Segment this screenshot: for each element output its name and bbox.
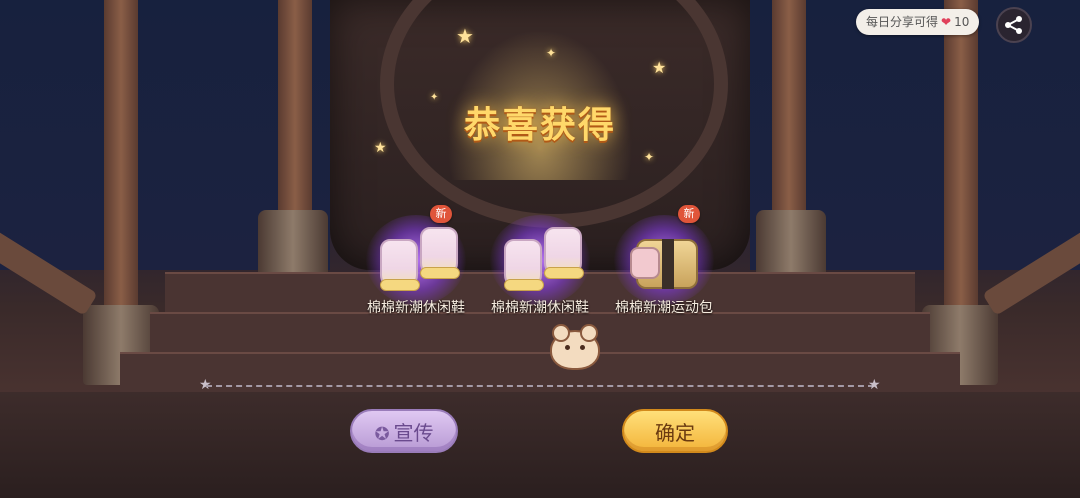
reward-name: 棉棉新潮休闲鞋 (367, 300, 465, 316)
new-badge: 新 (678, 205, 700, 223)
sparkle-star-icon: ✦ (546, 46, 557, 60)
pillar-right-outer (944, 0, 978, 320)
shoe-icon (378, 223, 460, 293)
pillar-base-right-inner (756, 210, 826, 280)
share-bonus-banner[interactable]: 每日分享可得 ❤ 10 (856, 9, 980, 35)
confirm-label: 确定 (655, 421, 695, 445)
dashed-divider (206, 385, 874, 387)
divider-star-icon: ★ (868, 377, 881, 393)
reward-title: 恭喜获得 (463, 105, 616, 146)
heart-icon: ❤ (941, 15, 952, 29)
confirm-button[interactable]: 确定 (622, 409, 728, 453)
stage-step-middle (150, 312, 930, 354)
reward-name: 棉棉新潮休闲鞋 (491, 300, 589, 316)
share-icon[interactable] (996, 7, 1032, 43)
share-bonus-text: 每日分享可得 (866, 15, 939, 29)
floor (0, 392, 1080, 498)
pillar-base-left-inner (258, 210, 328, 280)
share-bonus-count: 10 (954, 15, 970, 29)
share-promo-button[interactable]: ✪ 宣传 (350, 409, 458, 453)
sparkle-star-icon: ★ (652, 58, 667, 77)
bag-icon (626, 223, 702, 293)
star-icon: ✪ (374, 424, 390, 445)
share-promo-label: 宣传 (393, 421, 434, 445)
sparkle-star-icon: ★ (456, 24, 474, 48)
shoe-icon (502, 223, 584, 293)
new-badge: 新 (430, 205, 452, 223)
stage-step-bottom (120, 352, 960, 394)
hamster-mascot-icon (550, 324, 600, 370)
reward-name: 棉棉新潮运动包 (615, 300, 713, 316)
sparkle-star-icon: ✦ (644, 150, 655, 164)
pillar-left-outer (104, 0, 138, 320)
